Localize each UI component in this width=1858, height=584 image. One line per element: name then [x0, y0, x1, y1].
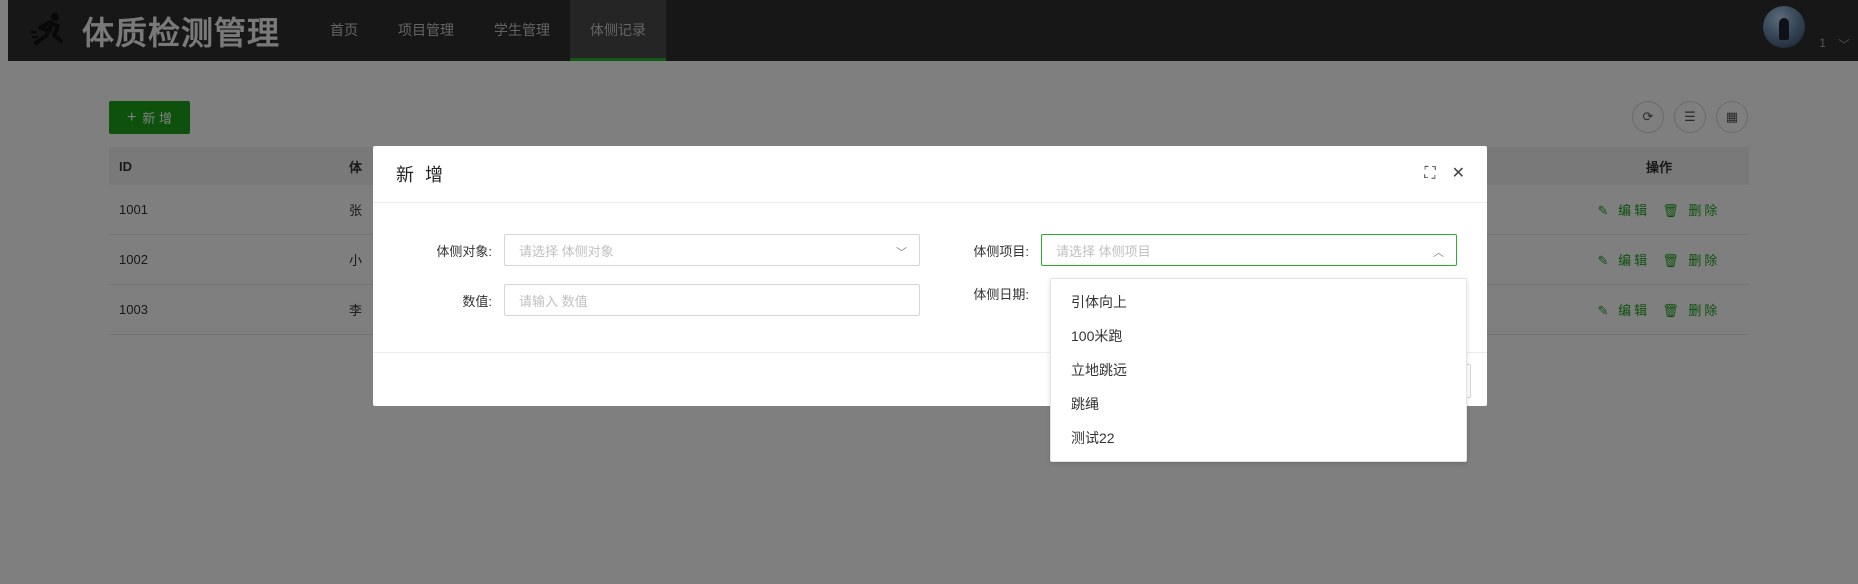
project-select[interactable]: 请选择 体侧项目 ︿: [1041, 234, 1457, 266]
chevron-down-icon: ﹀: [896, 247, 907, 259]
dropdown-option[interactable]: 引体向上: [1051, 285, 1466, 319]
date-label: 体侧日期:: [973, 287, 1029, 302]
maximize-icon[interactable]: ⛶: [1424, 166, 1435, 182]
dropdown-option[interactable]: 测试22: [1051, 421, 1466, 455]
field-subject: 体侧对象: 请选择 体侧对象 ﹀: [373, 234, 920, 266]
modal-title: 新 增: [373, 146, 1487, 203]
dropdown-option[interactable]: 立地跳远: [1051, 353, 1466, 387]
field-date: 体侧日期:: [910, 284, 1041, 303]
close-icon[interactable]: ✕: [1452, 166, 1465, 182]
subject-label: 体侧对象:: [436, 243, 492, 259]
subject-select[interactable]: 请选择 体侧对象 ﹀: [504, 234, 920, 266]
project-label: 体侧项目:: [973, 243, 1029, 259]
dropdown-option[interactable]: 100米跑: [1051, 319, 1466, 353]
value-label: 数值:: [462, 293, 492, 309]
field-value: 数值: 请输入 数值: [373, 284, 920, 316]
modal-tools: ⛶ ✕: [1408, 166, 1465, 182]
chevron-up-icon: ︿: [1433, 247, 1444, 259]
project-dropdown: 引体向上 100米跑 立地跳远 跳绳 测试22: [1050, 278, 1467, 462]
dropdown-option[interactable]: 跳绳: [1051, 387, 1466, 421]
value-input[interactable]: 请输入 数值: [504, 284, 920, 316]
field-project: 体侧项目: 请选择 体侧项目 ︿: [910, 234, 1457, 266]
